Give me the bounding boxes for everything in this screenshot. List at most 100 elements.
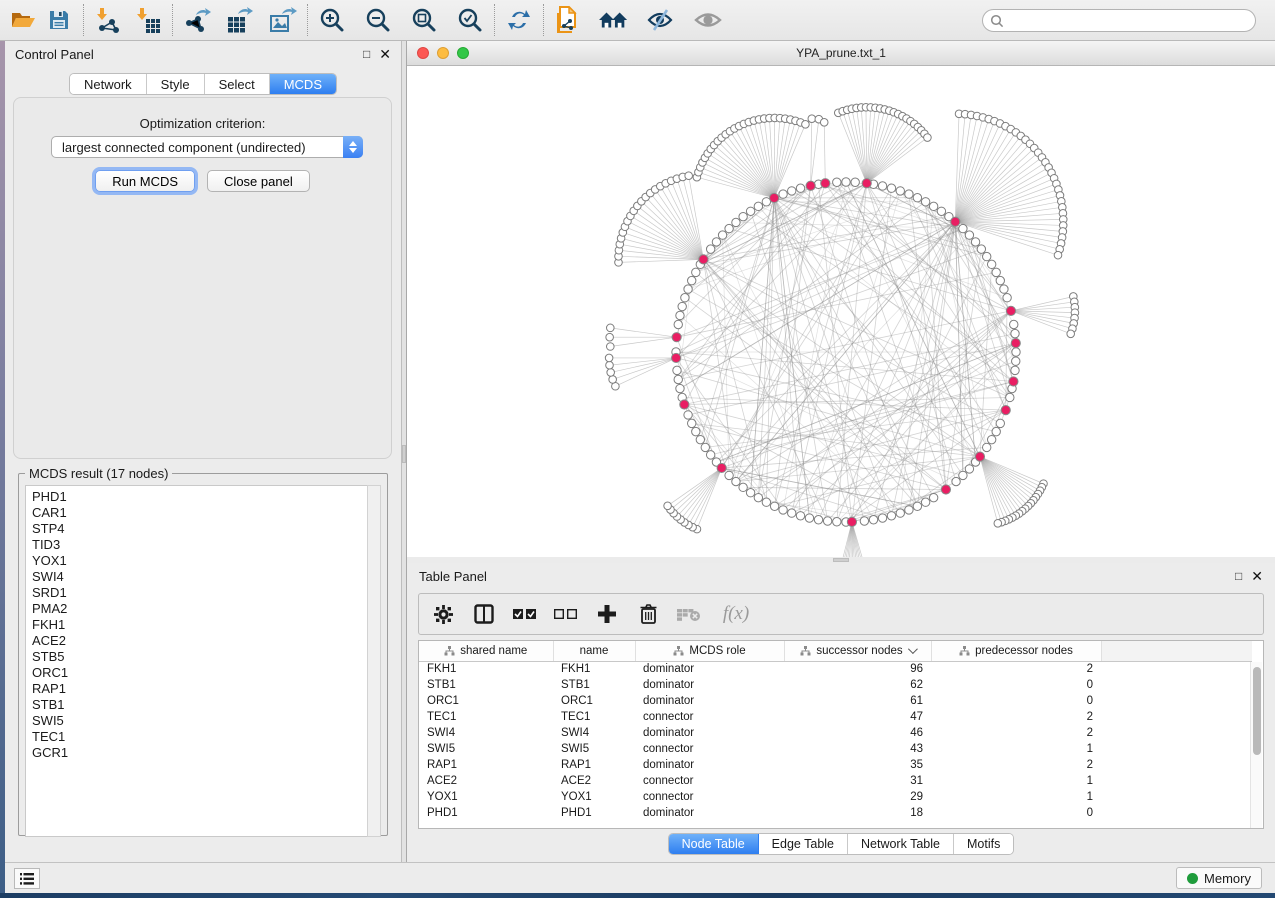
- tab-select[interactable]: Select: [205, 74, 270, 94]
- mcds-result-list[interactable]: PHD1CAR1STP4TID3YOX1SWI4SRD1PMA2FKH1ACE2…: [25, 485, 369, 837]
- table-scrollbar[interactable]: [1250, 662, 1262, 828]
- import-table-icon[interactable]: [133, 5, 163, 35]
- network-node[interactable]: [905, 190, 913, 198]
- network-node[interactable]: [1009, 377, 1018, 386]
- result-node-item[interactable]: TID3: [32, 537, 368, 553]
- network-node[interactable]: [820, 118, 828, 126]
- network-node[interactable]: [674, 375, 682, 383]
- result-node-item[interactable]: PHD1: [32, 489, 368, 505]
- network-node[interactable]: [887, 512, 895, 520]
- network-node[interactable]: [664, 502, 672, 510]
- network-node[interactable]: [983, 443, 991, 451]
- table-row[interactable]: ORC1ORC1dominator610: [419, 693, 1252, 709]
- column-header-successor-nodes[interactable]: successor nodes: [784, 641, 931, 661]
- result-node-item[interactable]: STB1: [32, 697, 368, 713]
- close-panel-icon[interactable]: ✕: [379, 47, 391, 61]
- refresh-icon[interactable]: [504, 5, 534, 35]
- network-node[interactable]: [706, 245, 714, 253]
- network-node[interactable]: [688, 419, 696, 427]
- result-node-item[interactable]: SWI4: [32, 569, 368, 585]
- float-panel-icon[interactable]: □: [363, 48, 370, 60]
- network-node[interactable]: [833, 518, 841, 526]
- network-canvas[interactable]: [407, 66, 1275, 557]
- network-node[interactable]: [684, 411, 692, 419]
- network-node[interactable]: [905, 506, 913, 514]
- network-node[interactable]: [1067, 330, 1075, 338]
- network-node[interactable]: [1012, 357, 1020, 365]
- show-eye-icon[interactable]: [693, 5, 723, 35]
- network-node[interactable]: [921, 498, 929, 506]
- result-node-item[interactable]: SWI5: [32, 713, 368, 729]
- network-node[interactable]: [717, 463, 726, 472]
- network-node[interactable]: [701, 443, 709, 451]
- column-header-shared-name[interactable]: shared name: [419, 641, 553, 661]
- network-node[interactable]: [814, 516, 822, 524]
- network-node[interactable]: [959, 471, 967, 479]
- table-row[interactable]: ACE2ACE2connector311: [419, 773, 1252, 789]
- search-input[interactable]: [982, 9, 1256, 32]
- network-node[interactable]: [896, 187, 904, 195]
- table-row[interactable]: SWI4SWI4dominator462: [419, 725, 1252, 741]
- add-icon[interactable]: [595, 602, 619, 626]
- network-node[interactable]: [1010, 320, 1018, 328]
- network-node[interactable]: [1001, 406, 1010, 415]
- network-node[interactable]: [921, 198, 929, 206]
- network-node[interactable]: [959, 224, 967, 232]
- hide-eye-icon[interactable]: [645, 5, 675, 35]
- result-node-item[interactable]: CAR1: [32, 505, 368, 521]
- network-node[interactable]: [606, 343, 614, 351]
- network-node[interactable]: [609, 376, 617, 384]
- result-node-item[interactable]: FKH1: [32, 617, 368, 633]
- clear-table-icon[interactable]: [677, 602, 701, 626]
- network-node[interactable]: [796, 184, 804, 192]
- network-node[interactable]: [739, 483, 747, 491]
- network-node[interactable]: [680, 400, 689, 409]
- network-node[interactable]: [805, 514, 813, 522]
- network-node[interactable]: [606, 333, 614, 341]
- table-row[interactable]: TEC1TEC1connector472: [419, 709, 1252, 725]
- table-row[interactable]: FKH1FKH1dominator962: [419, 661, 1252, 677]
- network-node[interactable]: [987, 435, 995, 443]
- network-node[interactable]: [924, 134, 932, 142]
- tab-network-table[interactable]: Network Table: [848, 834, 954, 854]
- result-node-item[interactable]: YOX1: [32, 553, 368, 569]
- network-node[interactable]: [878, 514, 886, 522]
- network-node[interactable]: [606, 361, 614, 369]
- tab-motifs[interactable]: Motifs: [954, 834, 1013, 854]
- network-node[interactable]: [732, 218, 740, 226]
- table-row[interactable]: PHD1PHD1dominator180: [419, 805, 1252, 821]
- network-node[interactable]: [688, 276, 696, 284]
- network-node[interactable]: [952, 477, 960, 485]
- network-node[interactable]: [746, 207, 754, 215]
- result-node-item[interactable]: GCR1: [32, 745, 368, 761]
- network-node[interactable]: [788, 187, 796, 195]
- network-node[interactable]: [607, 369, 615, 377]
- table-row[interactable]: SWI5SWI5connector431: [419, 741, 1252, 757]
- network-node[interactable]: [929, 202, 937, 210]
- network-node[interactable]: [937, 207, 945, 215]
- node-table[interactable]: shared namenameMCDS rolesuccessor nodesp…: [418, 640, 1264, 829]
- network-node[interactable]: [725, 224, 733, 232]
- network-node[interactable]: [833, 178, 841, 186]
- result-node-item[interactable]: ORC1: [32, 665, 368, 681]
- network-node[interactable]: [823, 517, 831, 525]
- network-node[interactable]: [684, 285, 692, 293]
- network-node[interactable]: [796, 512, 804, 520]
- import-network-icon[interactable]: [93, 5, 123, 35]
- network-node[interactable]: [862, 179, 871, 188]
- network-node[interactable]: [732, 477, 740, 485]
- network-node[interactable]: [606, 324, 614, 332]
- network-node[interactable]: [746, 489, 754, 497]
- network-node[interactable]: [1054, 251, 1062, 259]
- network-node[interactable]: [996, 276, 1004, 284]
- result-node-item[interactable]: PMA2: [32, 601, 368, 617]
- network-node[interactable]: [913, 502, 921, 510]
- column-header-predecessor-nodes[interactable]: predecessor nodes: [931, 641, 1101, 661]
- network-node[interactable]: [1000, 285, 1008, 293]
- tab-edge-table[interactable]: Edge Table: [759, 834, 848, 854]
- network-node[interactable]: [1006, 393, 1014, 401]
- deselect-all-icon[interactable]: [554, 602, 578, 626]
- save-icon[interactable]: [44, 5, 74, 35]
- close-panel-button[interactable]: Close panel: [207, 170, 310, 192]
- network-node[interactable]: [941, 485, 950, 494]
